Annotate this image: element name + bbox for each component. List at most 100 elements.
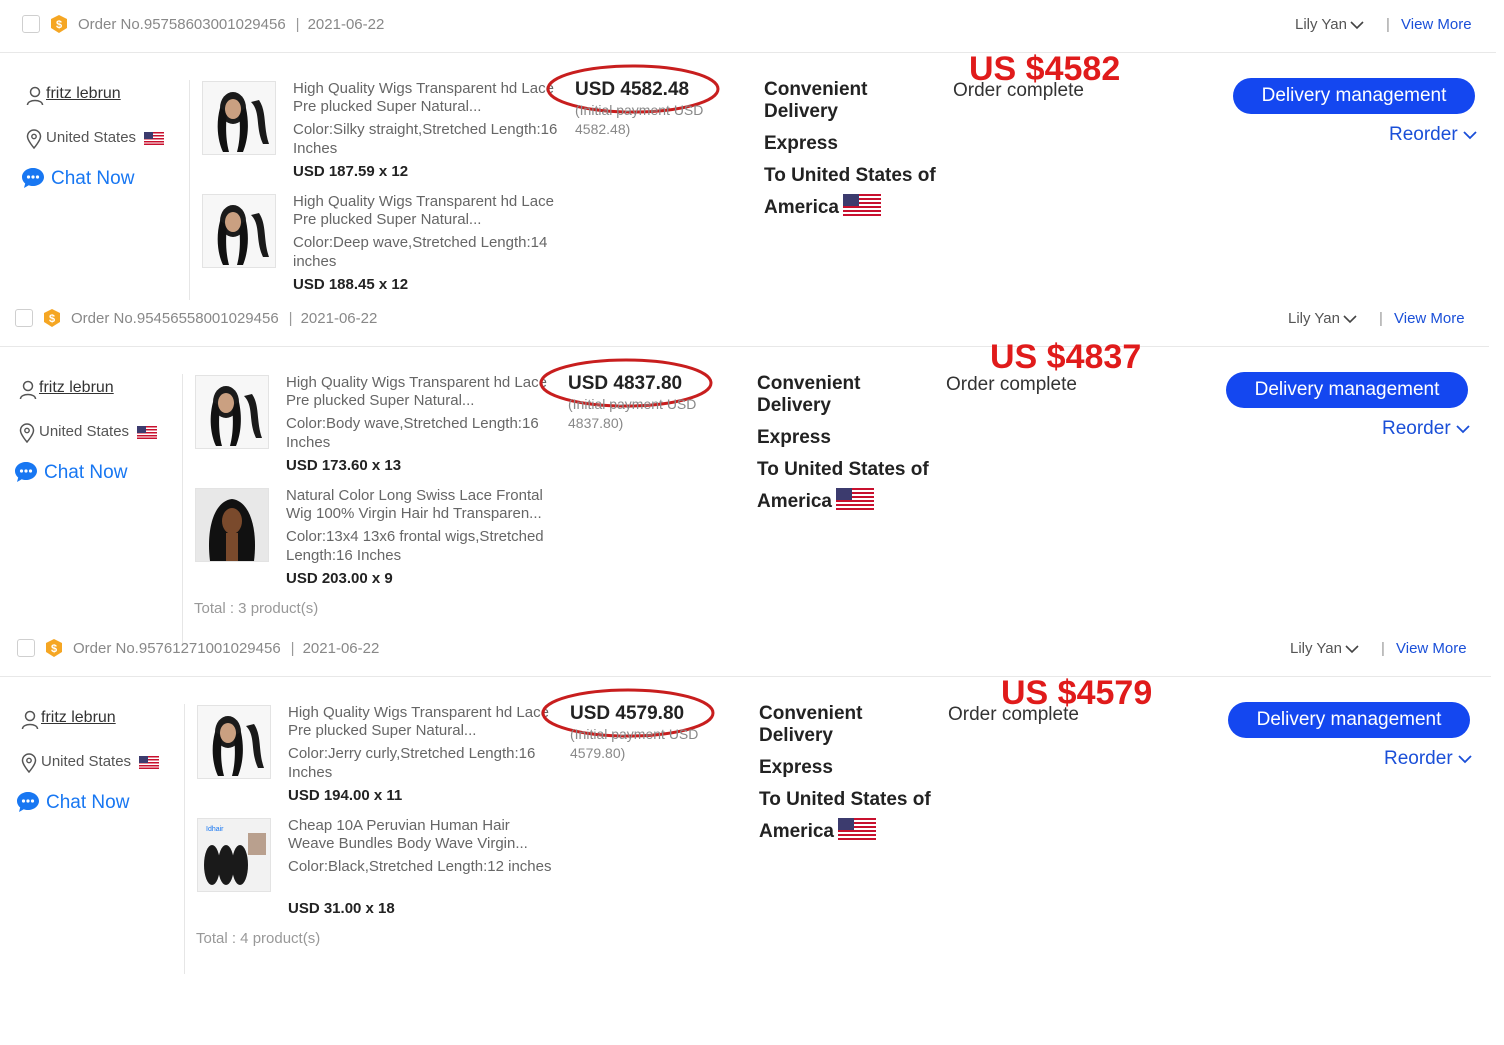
buyer-name[interactable]: fritz lebrun — [39, 379, 114, 397]
product-thumbnail[interactable] — [195, 488, 269, 562]
chat-now-link[interactable]: Chat Now — [46, 792, 129, 814]
order-number: Order No.95761271001029456 | 2021-06-22 — [73, 640, 380, 657]
reorder-link[interactable]: Reorder — [1389, 124, 1477, 146]
svg-text:$: $ — [51, 643, 57, 655]
chat-bubble-icon[interactable] — [21, 167, 45, 189]
shipping-method: Convenient Delivery — [764, 79, 868, 122]
delivery-management-button[interactable]: Delivery management — [1233, 78, 1475, 114]
buyer-name[interactable]: fritz lebrun — [46, 85, 121, 103]
order-header: $ Order No.95758603001029456 | 2021-06-22 … — [0, 0, 1496, 53]
order-header: $ Order No.95761271001029456 | 2021-06-22 … — [0, 624, 1491, 677]
chat-now-link[interactable]: Chat Now — [51, 168, 134, 190]
product-name[interactable]: Natural Color Long Swiss Lace Frontal Wi… — [286, 487, 548, 523]
product-variant: Color:Deep wave,Stretched Length:14 inch… — [293, 234, 548, 270]
chat-now-link[interactable]: Chat Now — [44, 462, 127, 484]
shipping-type: Express — [759, 757, 833, 778]
view-more-link[interactable]: View More — [1401, 16, 1472, 33]
order-date: 2021-06-22 — [300, 310, 378, 327]
initial-payment: (Initial payment USD 4582.48) — [575, 102, 704, 137]
product-thumbnail[interactable]: Idhair — [197, 818, 271, 892]
shop-badge-icon: $ — [51, 15, 67, 33]
order-total-price: USD 4579.80 — [570, 703, 685, 724]
product-thumbnail[interactable] — [202, 81, 276, 155]
us-flag-icon — [838, 818, 876, 840]
product-variant: Color:Jerry curly,Stretched Length:16 In… — [288, 745, 536, 781]
order-date: 2021-06-22 — [307, 16, 385, 33]
location-pin-icon — [19, 423, 35, 443]
wig-image-icon — [212, 716, 264, 776]
chevron-down-icon — [1345, 644, 1359, 653]
product-thumbnail[interactable] — [202, 194, 276, 268]
order-select-checkbox[interactable] — [22, 15, 40, 33]
view-more-link[interactable]: View More — [1394, 310, 1465, 327]
shipping-destination: To United States of — [764, 165, 936, 186]
us-flag-icon — [139, 756, 160, 769]
us-flag-icon — [137, 426, 158, 439]
product-price: USD 203.00 x 9 — [286, 570, 393, 587]
svg-text:$: $ — [56, 19, 62, 31]
delivery-management-button[interactable]: Delivery management — [1226, 372, 1468, 408]
order-card: $ Order No.95758603001029456 | 2021-06-22 … — [0, 0, 1504, 300]
product-price: USD 187.59 x 12 — [293, 163, 409, 180]
us-flag-icon — [144, 132, 165, 145]
us-flag-icon — [836, 488, 874, 510]
shipping-method: Convenient Delivery — [759, 703, 863, 746]
product-name[interactable]: High Quality Wigs Transparent hd Lace Pr… — [286, 374, 548, 410]
order-total-price: USD 4837.80 — [568, 373, 683, 394]
reorder-link[interactable]: Reorder — [1382, 418, 1470, 440]
seller-name[interactable]: Lily Yan — [1295, 16, 1364, 33]
order-card: $ Order No.95456558001029456 | 2021-06-22 … — [0, 294, 1504, 644]
chat-bubble-icon[interactable] — [14, 461, 38, 483]
order-select-checkbox[interactable] — [17, 639, 35, 657]
seller-name[interactable]: Lily Yan — [1290, 640, 1359, 657]
wig-image-icon — [210, 386, 262, 446]
location-pin-icon — [26, 129, 42, 149]
shipping-destination: To United States of — [759, 789, 931, 810]
order-header: $ Order No.95456558001029456 | 2021-06-22 … — [0, 294, 1489, 347]
product-name[interactable]: Cheap 10A Peruvian Human Hair Weave Bund… — [288, 817, 550, 853]
shipping-type: Express — [764, 133, 838, 154]
product-variant: Color:Silky straight,Stretched Length:16… — [293, 121, 558, 157]
model-image-icon — [196, 489, 268, 561]
buyer-name[interactable]: fritz lebrun — [41, 709, 116, 727]
product-thumbnail[interactable] — [195, 375, 269, 449]
product-name[interactable]: High Quality Wigs Transparent hd Lace Pr… — [293, 193, 555, 229]
buyer-country: United States — [39, 423, 158, 440]
product-variant: Color:Black,Stretched Length:12 inches — [288, 858, 552, 875]
seller-name[interactable]: Lily Yan — [1288, 310, 1357, 327]
product-name[interactable]: High Quality Wigs Transparent hd Lace Pr… — [293, 80, 555, 116]
product-price: USD 173.60 x 13 — [286, 457, 402, 474]
product-variant: Color:13x4 13x6 frontal wigs,Stretched L… — [286, 528, 544, 564]
order-status: Order complete — [946, 374, 1077, 395]
chevron-down-icon — [1458, 755, 1472, 764]
shipping-type: Express — [757, 427, 831, 448]
product-price: USD 188.45 x 12 — [293, 276, 409, 293]
svg-text:Idhair: Idhair — [206, 826, 224, 833]
product-name[interactable]: High Quality Wigs Transparent hd Lace Pr… — [288, 704, 550, 740]
product-thumbnail[interactable] — [197, 705, 271, 779]
svg-text:$: $ — [49, 313, 55, 325]
product-price: USD 194.00 x 11 — [288, 787, 403, 804]
shipping-method: Convenient Delivery — [757, 373, 861, 416]
product-price: USD 31.00 x 18 — [288, 900, 395, 917]
user-icon — [21, 710, 39, 730]
order-select-checkbox[interactable] — [15, 309, 33, 327]
shop-badge-icon: $ — [44, 309, 60, 327]
delivery-management-button[interactable]: Delivery management — [1228, 702, 1470, 738]
view-more-link[interactable]: View More — [1396, 640, 1467, 657]
reorder-link[interactable]: Reorder — [1384, 748, 1472, 770]
initial-payment: (Initial payment USD 4579.80) — [570, 726, 699, 761]
chevron-down-icon — [1343, 314, 1357, 323]
total-products: Total : 4 product(s) — [196, 930, 321, 947]
shipping-country: America — [764, 194, 881, 219]
order-status: Order complete — [953, 80, 1084, 101]
user-icon — [19, 380, 37, 400]
chat-bubble-icon[interactable] — [16, 791, 40, 813]
order-card: $ Order No.95761271001029456 | 2021-06-22 … — [0, 624, 1504, 974]
wig-image-icon — [217, 92, 269, 152]
buyer-country: United States — [46, 129, 165, 146]
shipping-destination: To United States of — [757, 459, 929, 480]
shipping-country: America — [757, 488, 874, 513]
order-number: Order No.95456558001029456 | 2021-06-22 — [71, 310, 378, 327]
user-icon — [26, 86, 44, 106]
